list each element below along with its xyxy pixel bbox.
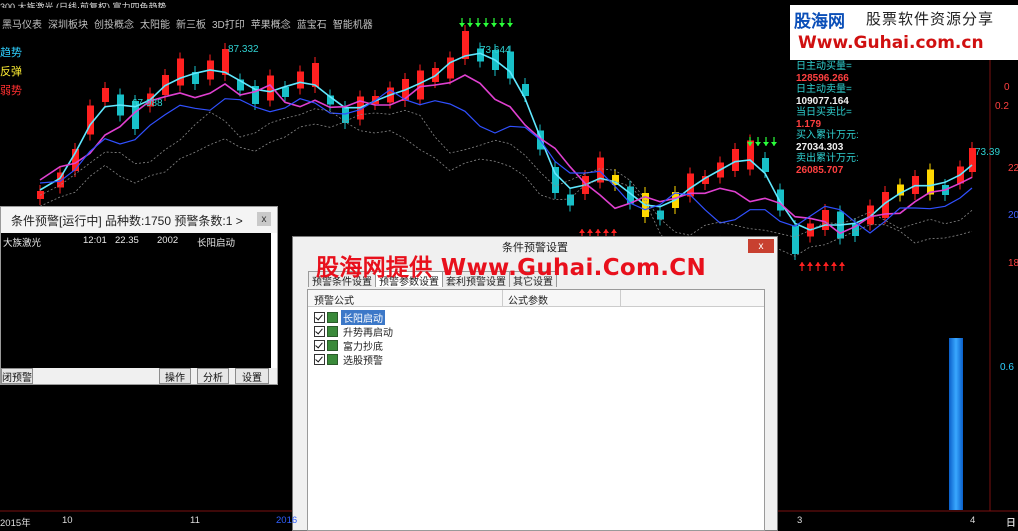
x-tick: 10	[62, 515, 73, 526]
toolbar-item[interactable]: 苹果概念	[251, 16, 291, 31]
signal-arrows	[459, 18, 845, 271]
guhai-logo: 股海网 股票软件资源分享 Www.Guhai.com.cn	[790, 5, 1018, 60]
close-icon[interactable]: x	[748, 239, 774, 253]
warning-list[interactable]: 大族激光 12:01 22.35 2002 长阳启动	[1, 233, 271, 371]
warning-title[interactable]: 条件预警[运行中] 品种数:1750 预警条数:1 > x	[1, 207, 277, 233]
info-label: 当日买卖比=	[796, 107, 852, 118]
axis-tick: 22	[1008, 163, 1018, 174]
info-value: 128596.266	[796, 72, 849, 84]
analyze-button[interactable]: 分析	[197, 368, 229, 384]
settings-button[interactable]: 设置	[235, 368, 269, 384]
logo-slogan: 股票软件资源分享	[866, 10, 995, 28]
checkbox[interactable]	[314, 326, 325, 337]
formula-label: 长阳启动	[341, 310, 385, 325]
trend-label: 反弹	[0, 66, 22, 78]
trend-label: 趋势	[0, 47, 22, 59]
volume-bar	[949, 338, 963, 510]
x-tick: 日	[1006, 518, 1016, 529]
warn-signal: 长阳启动	[197, 238, 236, 249]
concept-toolbar: 黑马仪表 深圳板块 创投概念 太阳能 新三板 3D打印 苹果概念 蓝宝石 智能机器	[0, 14, 792, 32]
formula-icon	[327, 326, 338, 337]
axis-tick: 18	[1008, 258, 1018, 269]
axis-tick: 20	[1008, 210, 1018, 221]
formula-item[interactable]: 富力抄底	[314, 339, 385, 353]
price-label: 87.332	[228, 44, 259, 55]
price-label: 73.39	[975, 147, 1001, 158]
formula-icon	[327, 312, 338, 323]
stock-name: 大族激光	[3, 238, 42, 249]
formula-icon	[327, 354, 338, 365]
checkbox[interactable]	[314, 354, 325, 365]
info-label: 日主动买量=	[796, 61, 852, 72]
warning-window[interactable]: 条件预警[运行中] 品种数:1750 预警条数:1 > x 大族激光 12:01…	[0, 206, 278, 385]
toolbar-item[interactable]: 太阳能	[140, 16, 170, 31]
formula-label: 选股预警	[343, 356, 383, 367]
info-value: 26085.707	[796, 164, 844, 176]
price-label: 67.988	[132, 98, 163, 109]
warning-button-bar: 闭预警 操作 分析 设置	[1, 368, 277, 384]
watermark: 股海网提供 Www.Guhai.Com.CN	[316, 255, 707, 281]
formula-panel[interactable]: 预警公式 公式参数 长阳启动升势再启动富力抄底选股预警	[307, 289, 765, 531]
toolbar-item[interactable]: 蓝宝石	[297, 16, 327, 31]
warn-time: 12:01	[83, 235, 107, 246]
formula-header: 预警公式	[314, 296, 354, 307]
x-tick: 2015年	[0, 518, 31, 529]
formula-item[interactable]: 选股预警	[314, 353, 385, 367]
formula-table-header: 预警公式 公式参数	[308, 290, 764, 307]
operate-button[interactable]: 操作	[159, 368, 191, 384]
toolbar-item[interactable]: 创投概念	[94, 16, 134, 31]
logo-url: Www.Guhai.com.cn	[798, 33, 984, 53]
stop-warning-button[interactable]: 闭预警	[1, 368, 33, 384]
info-label: 日主动卖量=	[796, 84, 852, 95]
warn-price: 22.35	[115, 235, 139, 246]
warn-code: 2002	[157, 235, 179, 246]
checkbox[interactable]	[314, 340, 325, 351]
formula-label: 富力抄底	[343, 342, 383, 353]
info-label: 买入累计万元:	[796, 130, 859, 141]
close-icon[interactable]: x	[257, 212, 271, 226]
x-tick: 2016	[276, 515, 298, 526]
formula-label: 升势再启动	[343, 328, 393, 339]
axis-tick: 0.6	[1000, 362, 1014, 373]
formula-item[interactable]: 升势再启动	[314, 325, 395, 339]
x-tick: 11	[190, 515, 200, 526]
axis-tick: 0	[1004, 82, 1010, 93]
x-axis: 2015年 10 11 2016 3 4 日	[0, 514, 1018, 529]
price-label: 73.644	[480, 45, 511, 56]
logo-brand: 股海网	[794, 12, 845, 32]
x-tick: 3	[797, 515, 803, 526]
info-label: 卖出累计万元:	[796, 153, 859, 164]
checkbox[interactable]	[314, 312, 325, 323]
info-panel: 日主动买量= 128596.266 日主动卖量= 109077.164 当日买卖比= 1.…	[796, 61, 859, 176]
trend-label: 弱势	[0, 85, 22, 97]
toolbar-item[interactable]: 黑马仪表	[2, 16, 42, 31]
warning-title-text: 条件预警[运行中] 品种数:1750 预警条数:1 >	[11, 213, 243, 228]
trend-legend: 趋势 反弹 弱势	[0, 44, 22, 101]
axis-tick: 0.2	[995, 101, 1009, 112]
formula-item[interactable]: 长阳启动	[314, 310, 385, 325]
toolbar-item[interactable]: 3D打印	[212, 16, 245, 31]
formula-icon	[327, 340, 338, 351]
toolbar-item[interactable]: 深圳板块	[48, 16, 88, 31]
params-header: 公式参数	[508, 296, 548, 307]
toolbar-item[interactable]: 新三板	[176, 16, 206, 31]
info-value: 1.179	[796, 118, 822, 130]
toolbar-item[interactable]: 智能机器	[333, 16, 373, 31]
chart-title-line: 300 大族激光 (日线·前复权) 富力四色趋势	[0, 2, 167, 8]
x-tick: 4	[970, 515, 976, 526]
info-value: 27034.303	[796, 141, 844, 153]
info-value: 109077.164	[796, 95, 849, 107]
